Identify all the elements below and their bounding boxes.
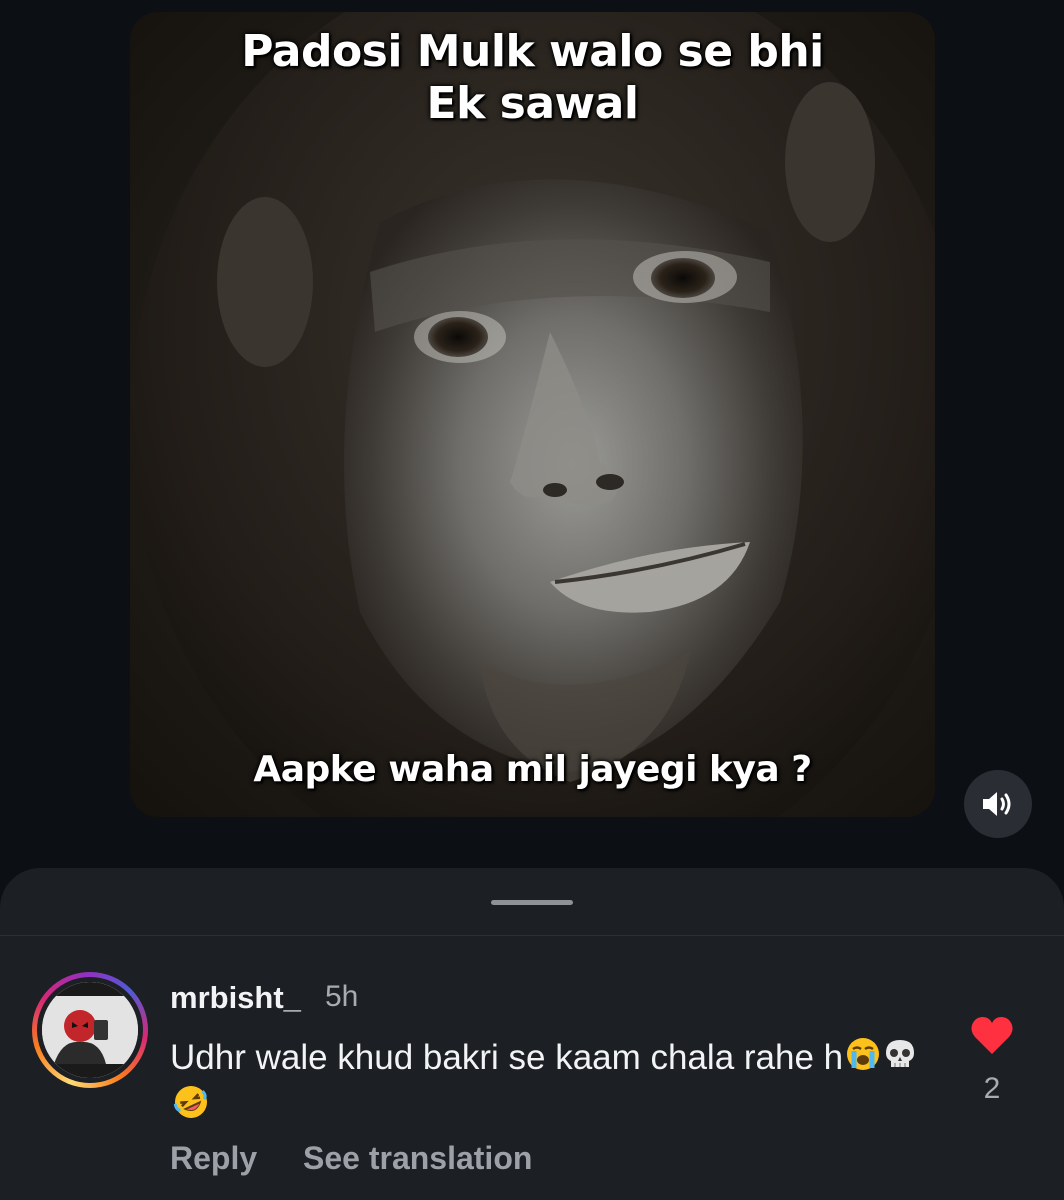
comments-sheet: mrbisht_ 5h Udhr wale khud bakri se kaam… [0,868,1064,1200]
reply-button[interactable]: Reply [170,1140,257,1177]
caption-bottom: Aapke waha mil jayegi kya ? [253,749,812,790]
comment-body: Udhr wale khud bakri se kaam chala rahe … [170,1036,930,1132]
like-count: 2 [983,1072,1001,1105]
see-translation-button[interactable]: See translation [303,1140,532,1177]
like-button[interactable] [970,1016,1014,1056]
drag-handle[interactable] [491,900,573,905]
caption-top: Padosi Mulk walo se bhi Ek sawal [130,26,935,130]
monkey-face-image [130,12,935,817]
avatar [42,982,138,1078]
sheet-divider [0,935,1064,936]
comment-username[interactable]: mrbisht_ [170,980,301,1016]
speaker-volume-icon [983,792,1011,816]
loudly-crying-face-icon [845,1036,881,1083]
post-media[interactable]: Padosi Mulk walo se bhi Ek sawal Aapke w… [130,12,935,817]
caption-top-line-2: Ek sawal [426,78,639,129]
caption-top-line-1: Padosi Mulk walo se bhi [241,26,824,77]
avatar-story-ring[interactable] [32,972,148,1088]
heart-filled-icon [971,1017,1013,1054]
skull-icon [883,1037,917,1082]
rolling-on-floor-laughing-icon [172,1083,210,1132]
comment-text: Udhr wale khud bakri se kaam chala rahe … [170,1038,844,1077]
comment-timestamp: 5h [325,980,359,1013]
sound-toggle-button[interactable] [964,770,1032,838]
